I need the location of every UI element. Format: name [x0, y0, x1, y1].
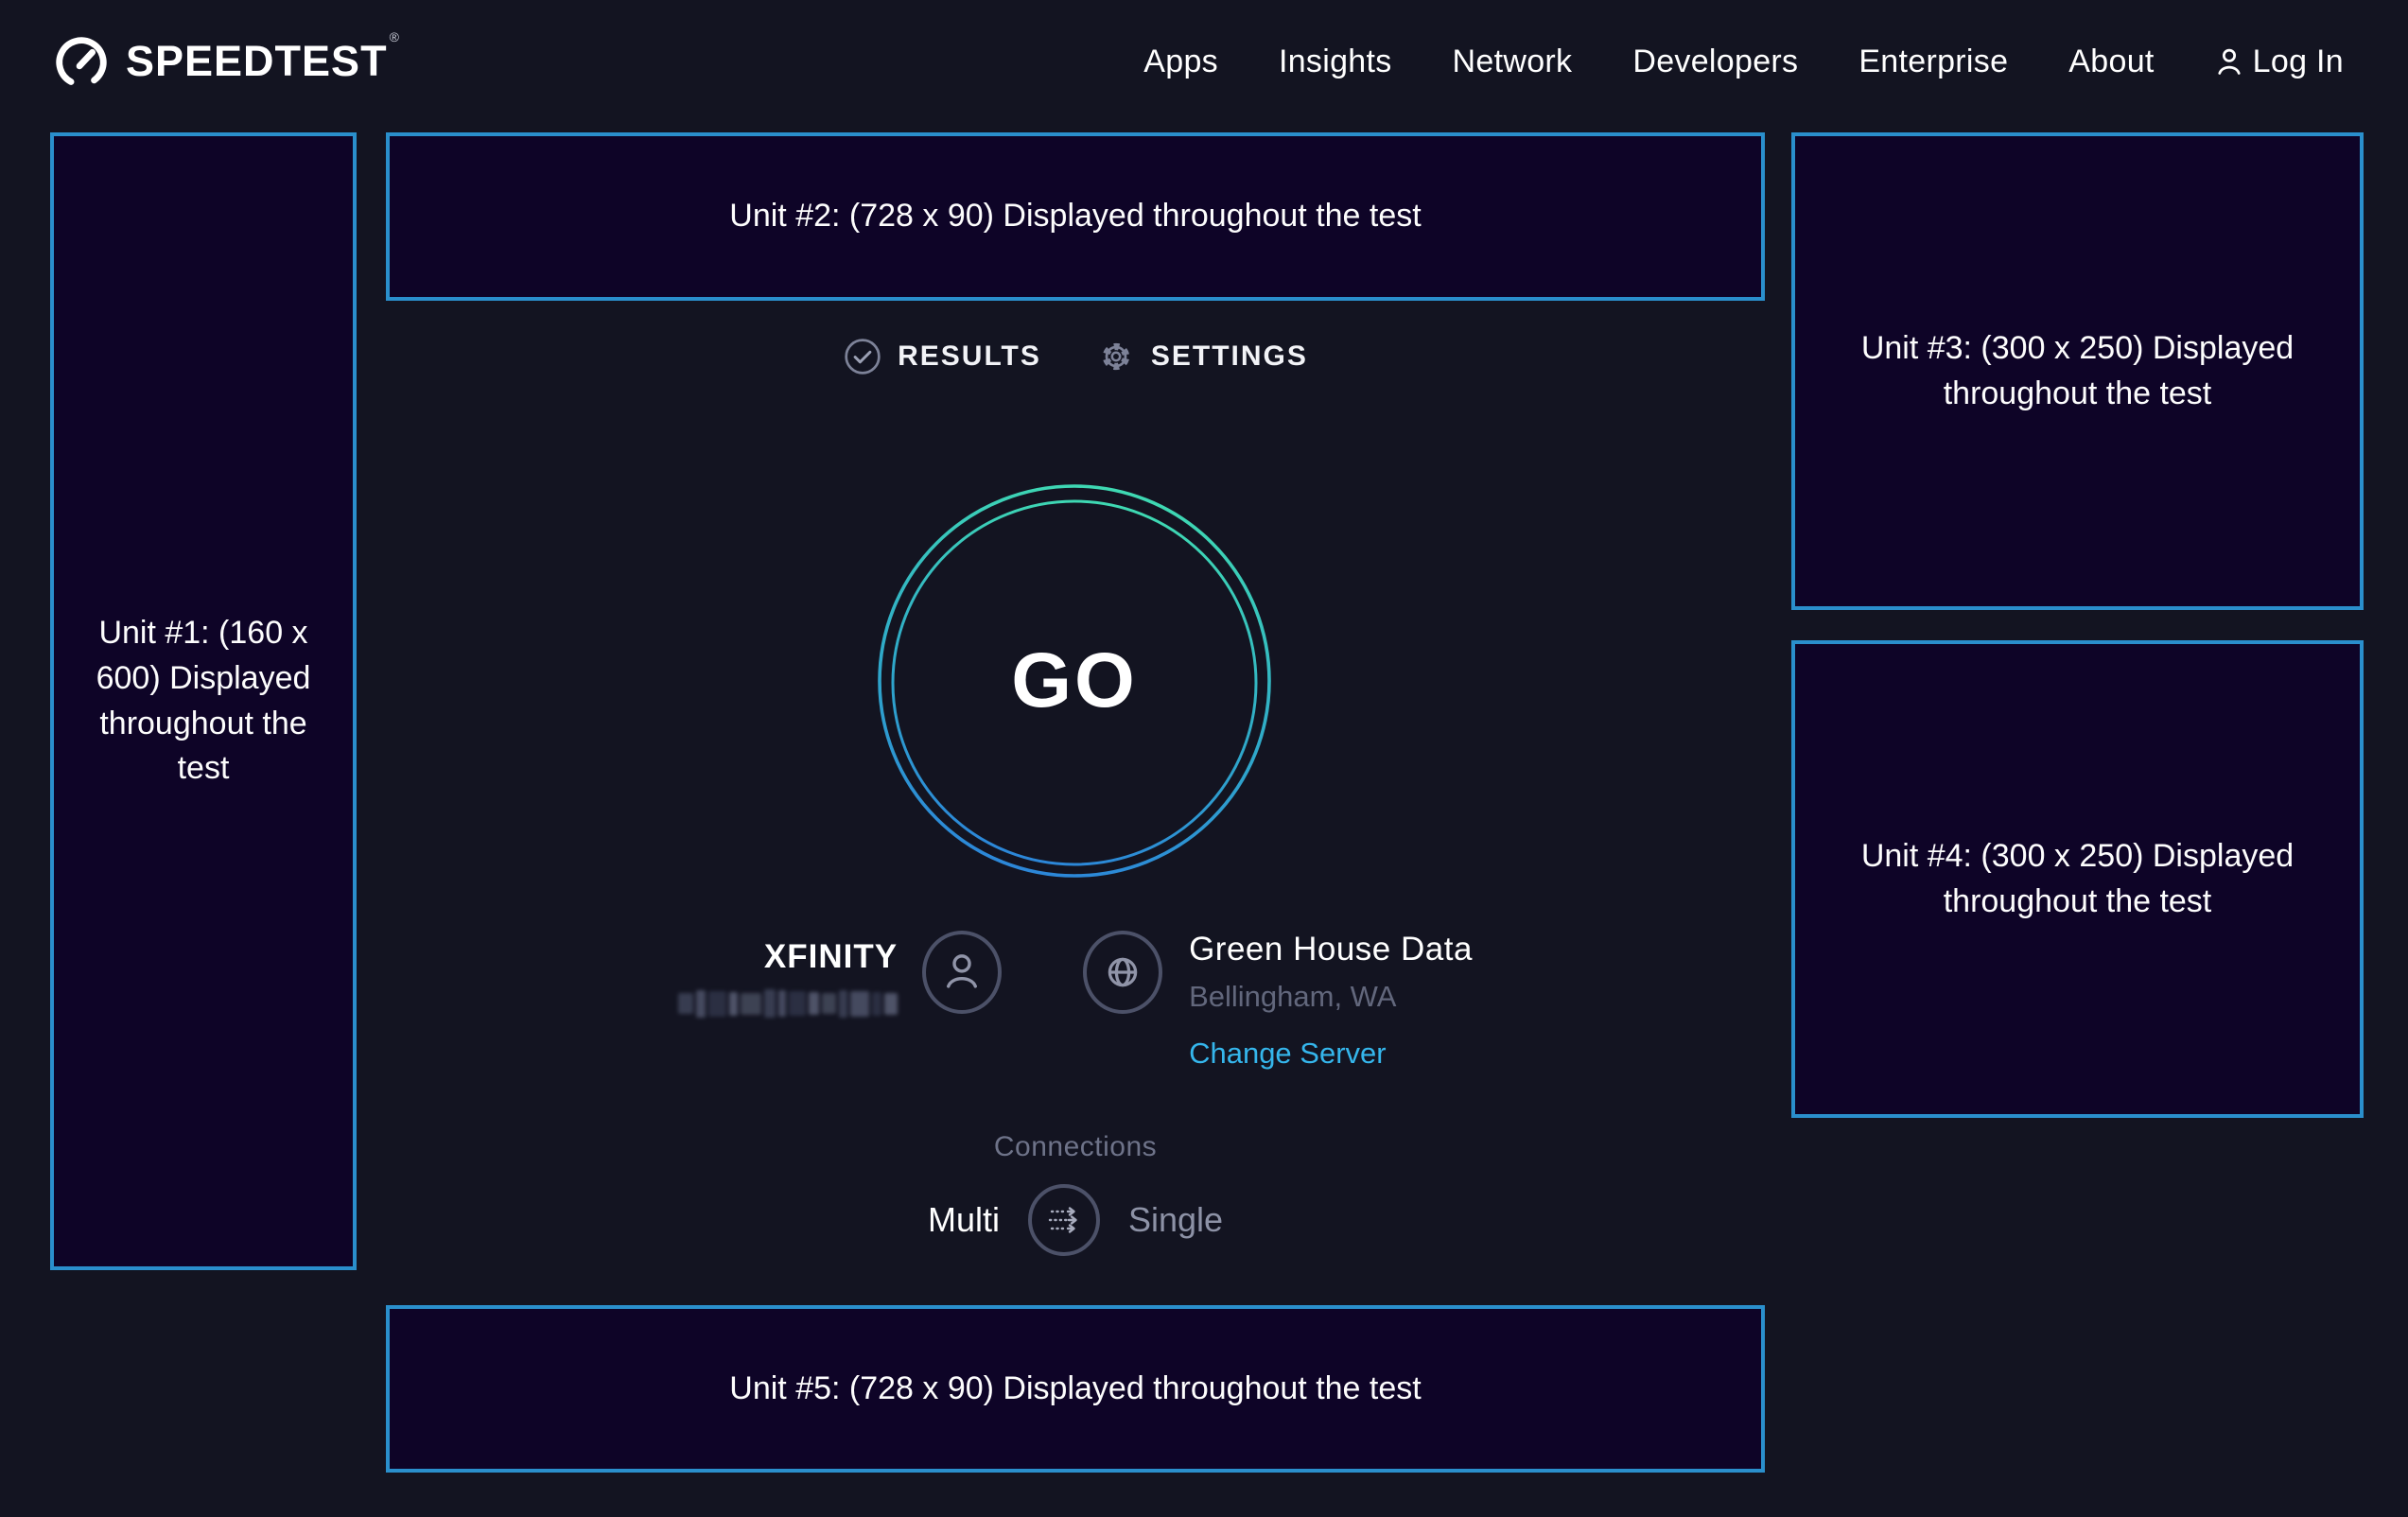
change-server-link[interactable]: Change Server	[1189, 1037, 1473, 1071]
nav-apps[interactable]: Apps	[1143, 44, 1218, 80]
isp-name: XFINITY	[678, 938, 898, 976]
isp-block: XFINITY	[678, 938, 898, 1018]
ad-unit-3-label: Unit #3: (300 x 250) Displayed throughou…	[1856, 326, 2300, 416]
settings-label: SETTINGS	[1151, 340, 1308, 373]
connections-title: Connections	[386, 1131, 1765, 1163]
login-label: Log In	[2253, 44, 2344, 80]
server-location: Bellingham, WA	[1189, 980, 1473, 1014]
server-block: Green House Data Bellingham, WA Change S…	[1189, 931, 1473, 1071]
nav-developers[interactable]: Developers	[1632, 44, 1798, 80]
ad-unit-5[interactable]: Unit #5: (728 x 90) Displayed throughout…	[386, 1305, 1765, 1473]
tab-settings[interactable]: SETTINGS	[1096, 337, 1308, 376]
ad-unit-1-label: Unit #1: (160 x 600) Displayed throughou…	[80, 611, 326, 791]
main-nav: Apps Insights Network Developers Enterpr…	[1143, 44, 2344, 80]
nav-insights[interactable]: Insights	[1279, 44, 1392, 80]
connections-toggle-row: Multi Single	[928, 1184, 1223, 1256]
server-name: Green House Data	[1189, 931, 1473, 968]
ad-unit-3[interactable]: Unit #3: (300 x 250) Displayed throughou…	[1791, 132, 2364, 610]
nav-enterprise[interactable]: Enterprise	[1858, 44, 2008, 80]
results-settings-tabs: RESULTS SETTINGS	[386, 337, 1765, 376]
results-label: RESULTS	[898, 340, 1041, 373]
ad-unit-4[interactable]: Unit #4: (300 x 250) Displayed throughou…	[1791, 640, 2364, 1118]
gear-icon	[1096, 337, 1136, 376]
isp-avatar	[922, 931, 1002, 1014]
ad-unit-2[interactable]: Unit #2: (728 x 90) Displayed throughout…	[386, 132, 1765, 301]
go-label: GO	[874, 480, 1275, 881]
connections-toggle[interactable]	[1028, 1184, 1100, 1256]
user-icon	[2215, 45, 2243, 78]
ad-unit-4-label: Unit #4: (300 x 250) Displayed throughou…	[1856, 834, 2300, 924]
connections-multi-option[interactable]: Multi	[928, 1200, 1000, 1240]
go-button[interactable]: GO	[874, 480, 1275, 881]
tab-results[interactable]: RESULTS	[843, 337, 1041, 376]
trademark-mark: ®	[390, 29, 400, 44]
check-circle-icon	[843, 337, 882, 376]
ad-unit-1[interactable]: Unit #1: (160 x 600) Displayed throughou…	[50, 132, 357, 1270]
nav-about[interactable]: About	[2068, 44, 2154, 80]
top-navigation-bar: SPEEDTEST® Apps Insights Network Develop…	[0, 0, 2408, 123]
connection-info: XFINITY Green House Data Bellingham, WA …	[386, 931, 1765, 1071]
connections-section: Connections Multi Single	[386, 1131, 1765, 1256]
user-icon	[940, 950, 984, 995]
ip-address-redacted	[678, 989, 898, 1018]
globe-icon	[1100, 950, 1145, 995]
nav-network[interactable]: Network	[1453, 44, 1573, 80]
ad-unit-5-label: Unit #5: (728 x 90) Displayed throughout…	[729, 1367, 1421, 1412]
connections-single-option[interactable]: Single	[1128, 1200, 1223, 1240]
speedtest-logo[interactable]: SPEEDTEST®	[52, 32, 398, 91]
ad-unit-2-label: Unit #2: (728 x 90) Displayed throughout…	[729, 194, 1421, 239]
speedometer-icon	[52, 32, 111, 91]
login-button[interactable]: Log In	[2215, 44, 2344, 80]
server-globe	[1083, 931, 1162, 1014]
multi-arrows-icon	[1042, 1198, 1086, 1242]
brand-name: SPEEDTEST®	[126, 37, 398, 86]
